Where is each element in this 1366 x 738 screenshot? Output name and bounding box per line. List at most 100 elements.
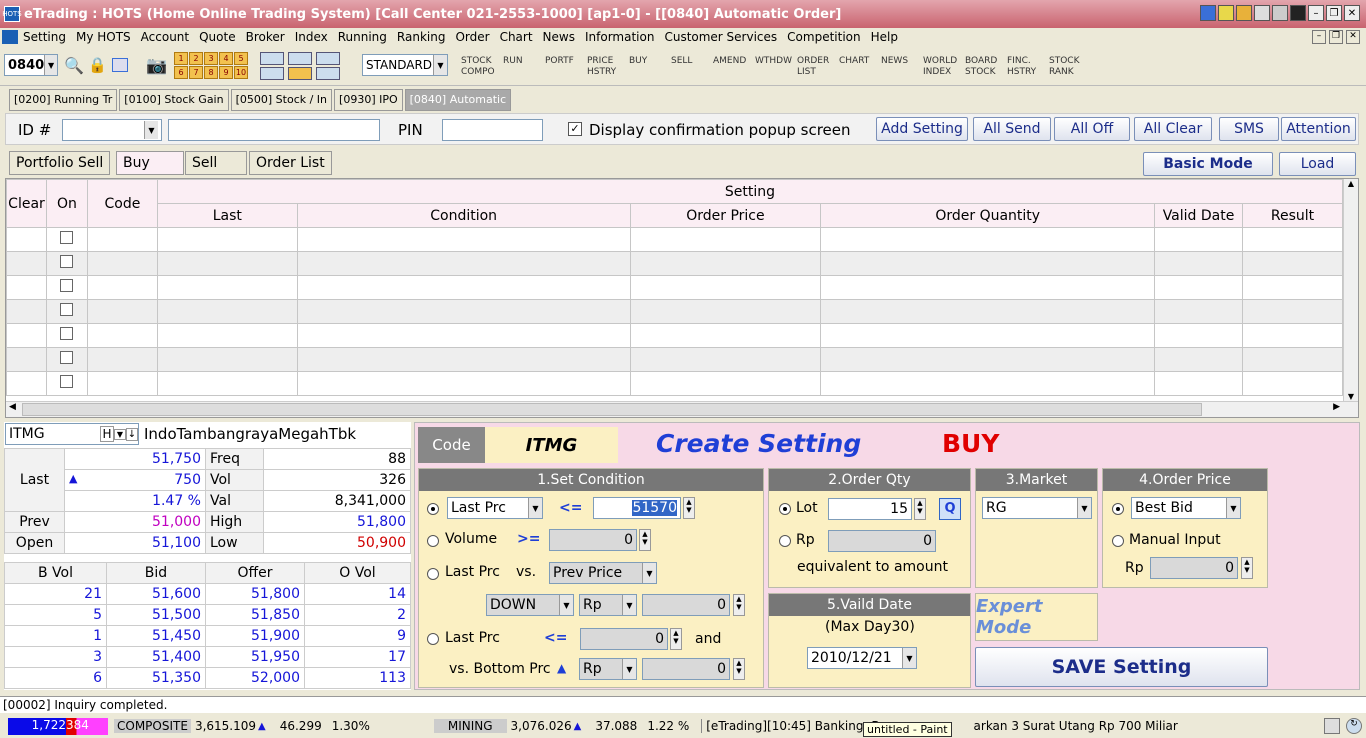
restore-icon[interactable]: ❐ (1329, 30, 1343, 44)
reference-select[interactable]: Prev Price ▼ (549, 562, 657, 584)
lock-icon[interactable]: 🔒 (88, 56, 107, 74)
basic-mode-button[interactable]: Basic Mode (1143, 152, 1273, 176)
valid-date-picker[interactable]: 2010/12/21 ▼ (807, 647, 917, 669)
close-icon[interactable]: ✕ (1344, 5, 1360, 21)
menu-item[interactable]: Account (136, 30, 194, 44)
radio-last-vs-bottom[interactable] (427, 633, 439, 645)
book-row[interactable]: 6 51,350 52,000 113 (4, 667, 411, 689)
portf-button[interactable]: PORTF (545, 56, 574, 67)
arrow-down-icon[interactable]: ↓ (126, 427, 138, 441)
tab-sell[interactable]: Sell (185, 151, 247, 175)
scroll-down-icon[interactable]: ▼ (1344, 392, 1358, 401)
layout-select[interactable]: STANDARD ▼ (362, 54, 448, 76)
manual-price-spinner[interactable]: ▲ ▼ (1241, 557, 1253, 579)
menu-item[interactable]: Index (290, 30, 333, 44)
menu-item[interactable]: Order (450, 30, 494, 44)
chevron-down-icon[interactable]: ▼ (114, 428, 126, 440)
news-ticker-continued[interactable]: arkan 3 Surat Utang Rp 700 Miliar (974, 719, 1178, 733)
screen-slot-button[interactable]: 7 (189, 66, 203, 79)
withdraw-button[interactable]: WTHDW (755, 56, 792, 67)
table-row[interactable] (6, 323, 1344, 348)
id-select[interactable]: ▼ (62, 119, 162, 141)
monitor-icon[interactable] (316, 52, 340, 65)
on-checkbox[interactable] (60, 231, 74, 244)
minimize-icon[interactable]: – (1308, 5, 1324, 21)
menu-item[interactable]: Ranking (392, 30, 451, 44)
price-spinner[interactable]: ▲ ▼ (683, 497, 695, 519)
ticker-settings-icon[interactable] (1324, 718, 1340, 734)
bottom-input[interactable]: 0 (580, 628, 668, 650)
on-checkbox[interactable] (60, 351, 74, 364)
tab-buy[interactable]: Buy (116, 151, 184, 175)
theme-icon[interactable] (1218, 5, 1234, 21)
menu-item[interactable]: Chart (495, 30, 538, 44)
board-stock-button[interactable]: BOARD STOCK (965, 56, 997, 78)
on-checkbox[interactable] (60, 375, 74, 388)
search-icon[interactable]: 🔍 (64, 56, 84, 75)
manual-price-input[interactable]: 0 (1150, 557, 1238, 579)
diff-spinner[interactable]: ▲ ▼ (733, 594, 745, 616)
direction-select[interactable]: DOWN ▼ (486, 594, 574, 616)
world-index-button[interactable]: WORLD INDEX (923, 56, 957, 78)
screen-slot-button[interactable]: 6 (174, 66, 188, 79)
menu-item[interactable]: My HOTS (71, 30, 136, 44)
radio-manual-input[interactable] (1112, 535, 1124, 547)
monitor-icon[interactable] (316, 67, 340, 80)
book-row[interactable]: 5 51,500 51,850 2 (4, 604, 411, 626)
order-list-button[interactable]: ORDER LIST (797, 56, 829, 78)
monitor-icon[interactable] (260, 67, 284, 80)
radio-rp[interactable] (779, 535, 791, 547)
theme-icon[interactable] (1290, 5, 1306, 21)
minimize-icon[interactable]: – (1312, 30, 1326, 44)
book-row[interactable]: 1 51,450 51,900 9 (4, 625, 411, 647)
menu-item[interactable]: Quote (194, 30, 240, 44)
stock-compo-button[interactable]: STOCK COMPO (461, 56, 495, 78)
news-button[interactable]: NEWS (881, 56, 908, 67)
buy-button[interactable]: BUY (629, 56, 647, 67)
account-name-field[interactable] (168, 119, 380, 141)
vertical-scrollbar[interactable]: ▲ ▼ (1343, 179, 1358, 401)
table-row[interactable] (6, 299, 1344, 324)
radio-last-vs-prev[interactable] (427, 568, 439, 580)
menu-item[interactable]: Information (580, 30, 659, 44)
sms-button[interactable]: SMS (1219, 117, 1279, 141)
on-checkbox[interactable] (60, 255, 74, 268)
screen-slot-button[interactable]: 1 (174, 52, 188, 65)
condition-type-select[interactable]: Last Prc ▼ (447, 497, 543, 519)
theme-icon[interactable] (1236, 5, 1252, 21)
diff-input[interactable]: 0 (642, 594, 730, 616)
bottom-unit-select[interactable]: Rp ▼ (579, 658, 637, 680)
all-off-button[interactable]: All Off (1054, 117, 1130, 141)
screen-slot-button[interactable]: 9 (219, 66, 233, 79)
screen-slot-button[interactable]: 10 (234, 66, 248, 79)
quantity-calc-button[interactable]: Q (939, 498, 961, 520)
chart-button[interactable]: CHART (839, 56, 869, 67)
bottom-spinner[interactable]: ▲ ▼ (670, 628, 682, 650)
save-setting-button[interactable]: SAVE Setting (975, 647, 1268, 687)
theme-icon[interactable] (1254, 5, 1270, 21)
condition-price-input[interactable]: 51570 (593, 497, 681, 519)
close-icon[interactable]: ✕ (1346, 30, 1360, 44)
market-select[interactable]: RG ▼ (982, 497, 1092, 519)
unit-select[interactable]: Rp ▼ (579, 594, 637, 616)
monitor-icon[interactable] (260, 52, 284, 65)
stock-rank-button[interactable]: STOCK RANK (1049, 56, 1079, 78)
radio-best-bid[interactable] (1112, 503, 1124, 515)
volume-spinner[interactable]: ▲ ▼ (639, 529, 651, 551)
load-button[interactable]: Load (1279, 152, 1356, 176)
on-checkbox[interactable] (60, 303, 74, 316)
volume-input[interactable]: 0 (549, 529, 637, 551)
tab-stock-gain[interactable]: [0100] Stock Gain (119, 89, 229, 111)
table-row[interactable] (6, 347, 1344, 372)
menu-item[interactable]: Setting (18, 30, 71, 44)
sell-button[interactable]: SELL (671, 56, 692, 67)
radio-last-price[interactable] (427, 503, 439, 515)
menu-item[interactable]: Competition (782, 30, 865, 44)
scroll-right-icon[interactable]: ▶ (1333, 402, 1340, 412)
menu-item[interactable]: News (538, 30, 580, 44)
refresh-icon[interactable]: ↻ (1346, 718, 1362, 734)
radio-lot[interactable] (779, 503, 791, 515)
tab-ipo[interactable]: [0930] IPO (334, 89, 403, 111)
lot-input[interactable]: 15 (828, 498, 912, 520)
tab-automatic-order[interactable]: [0840] Automatic (404, 89, 512, 111)
